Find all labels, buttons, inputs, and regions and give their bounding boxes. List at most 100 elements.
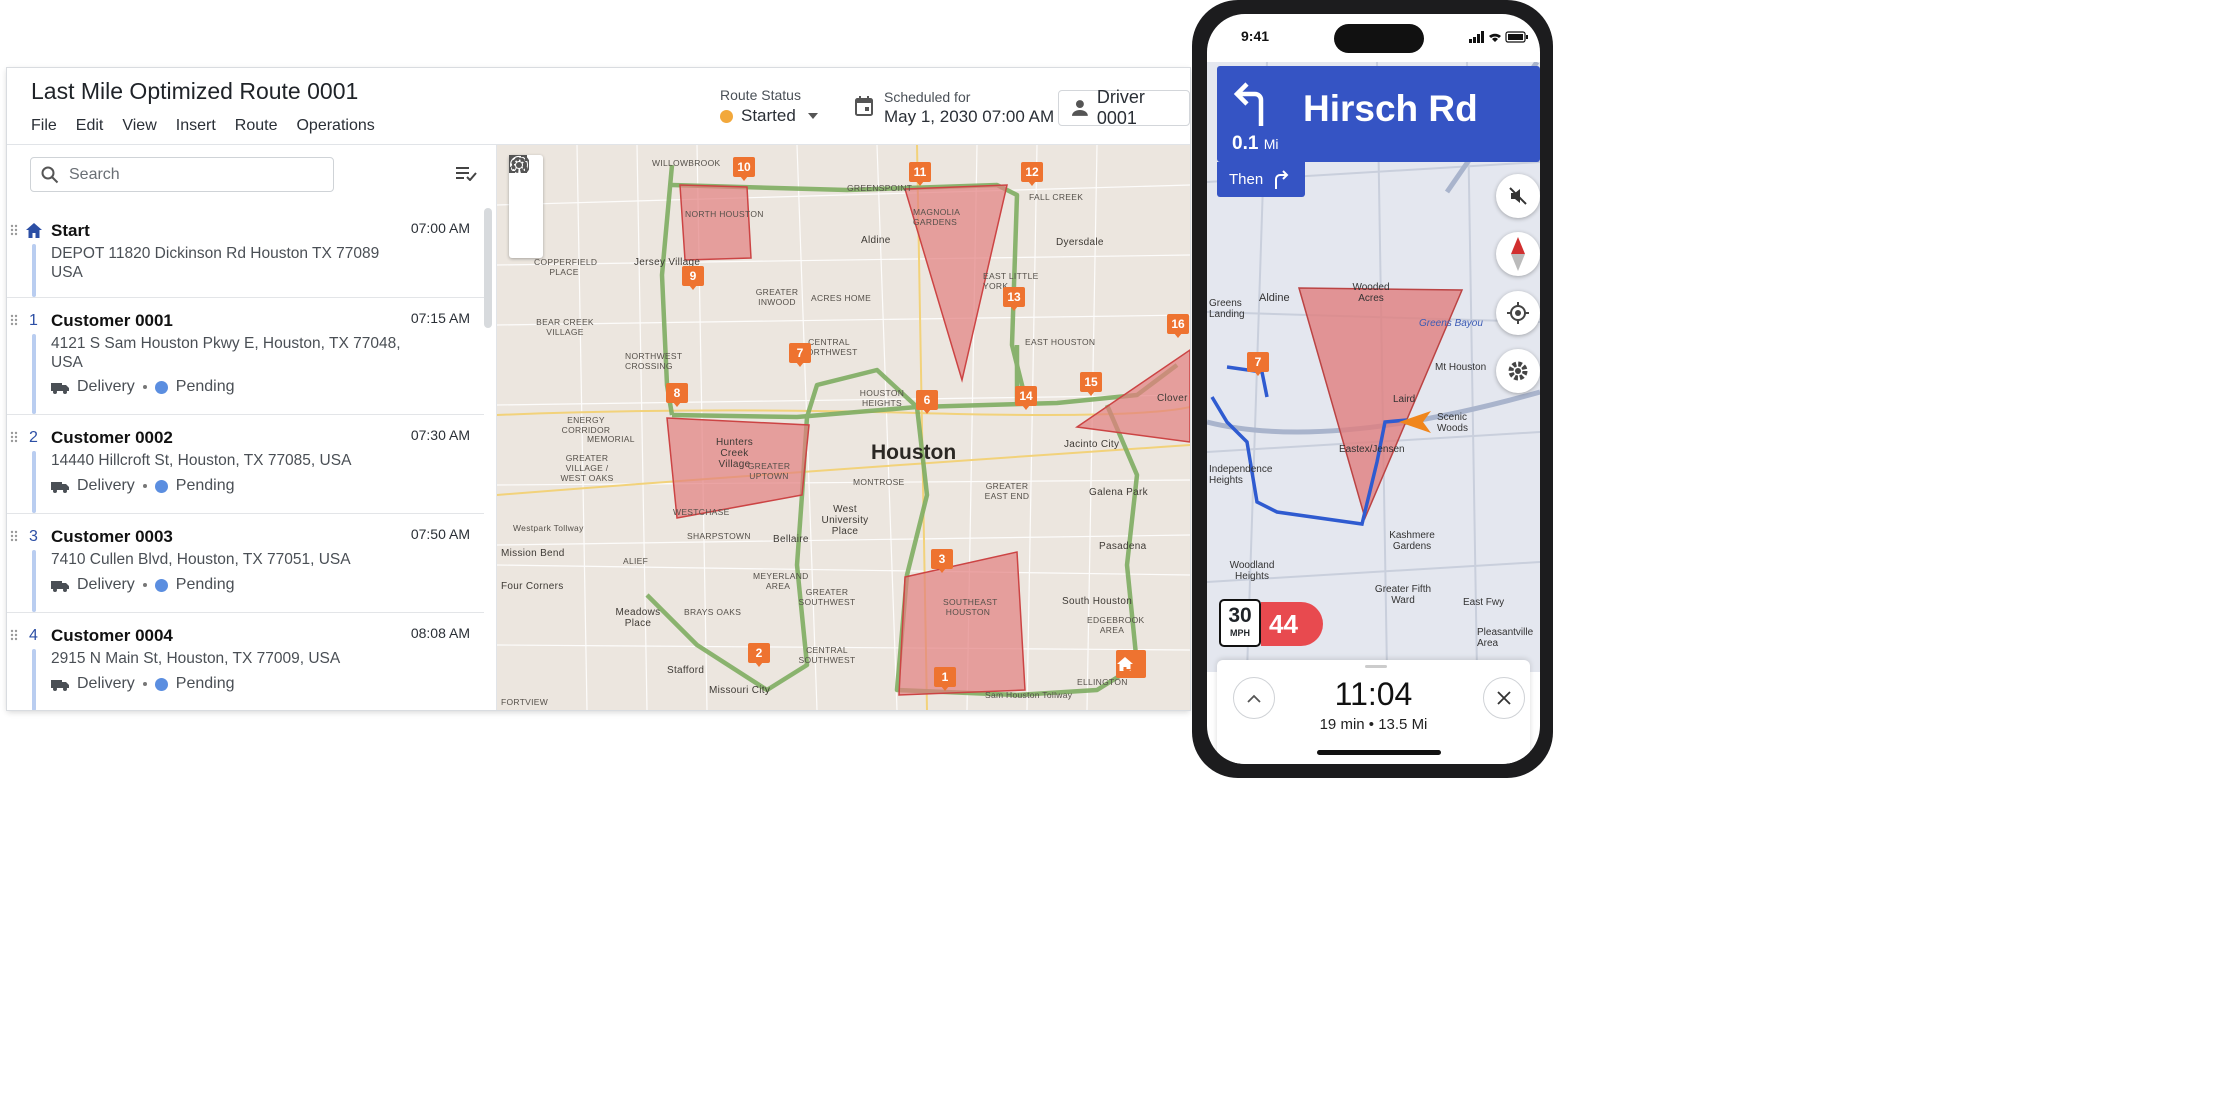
menu-route[interactable]: Route xyxy=(235,117,278,135)
depot-marker[interactable] xyxy=(1116,650,1146,678)
stop-marker-9[interactable]: 9 xyxy=(682,266,704,290)
stop-meta: Delivery Pending xyxy=(51,477,235,495)
map-label: FALL CREEK xyxy=(1029,192,1084,202)
stop-marker-1[interactable]: 1 xyxy=(934,667,956,691)
menu-file[interactable]: File xyxy=(31,117,57,135)
search-field[interactable] xyxy=(30,157,334,192)
map-city-label: Houston xyxy=(871,441,957,464)
map-label: Missouri City xyxy=(709,685,771,696)
list-scrollbar[interactable] xyxy=(484,208,492,328)
menu-view[interactable]: View xyxy=(122,117,156,135)
drag-handle-icon[interactable] xyxy=(10,224,18,236)
route-status-value: Started xyxy=(741,106,796,125)
vehicle-arrow-icon xyxy=(1399,411,1431,433)
stop-type: Delivery xyxy=(77,675,135,692)
current-speed: 44 xyxy=(1261,602,1323,646)
schedule-block[interactable]: Scheduled for May 1, 2030 07:00 AM xyxy=(854,89,1054,127)
map-label: ALIEF xyxy=(623,556,649,566)
speed-limit-unit: MPH xyxy=(1230,628,1250,638)
stop-marker-16[interactable]: 16 xyxy=(1167,314,1189,338)
sheet-handle[interactable] xyxy=(1365,665,1387,668)
map-label: Aldine xyxy=(1259,292,1290,304)
map-label: Bellaire xyxy=(773,534,809,545)
route-line xyxy=(32,649,36,710)
end-navigation-button[interactable] xyxy=(1483,677,1525,719)
truck-icon xyxy=(51,382,69,394)
settings-button[interactable] xyxy=(1496,349,1540,393)
stop-marker-13[interactable]: 13 xyxy=(1003,287,1025,311)
stop-name: Customer 0003 xyxy=(51,527,173,546)
stop-marker-3[interactable]: 3 xyxy=(931,549,953,573)
drag-handle-icon[interactable] xyxy=(10,314,18,326)
stop-marker-6[interactable]: 6 xyxy=(916,390,938,414)
locate-icon xyxy=(1507,302,1529,324)
turn-left-icon xyxy=(1233,82,1264,126)
turn-distance-value: 0.1 xyxy=(1232,133,1259,154)
stop-address: 14440 Hillcroft St, Houston, TX 77085, U… xyxy=(51,452,352,469)
stop-row-4[interactable]: 4 Customer 0004 08:08 AM 2915 N Main St,… xyxy=(7,613,484,710)
stop-row-start[interactable]: Start 07:00 AM DEPOT 11820 Dickinson Rd … xyxy=(7,208,484,298)
stop-number: 1 xyxy=(29,312,38,329)
route-title: Last Mile Optimized Route 0001 xyxy=(31,78,359,104)
map-label: Westpark Tollway xyxy=(513,523,584,533)
stop-marker-7[interactable]: 7 xyxy=(1247,352,1269,376)
map-label: BEAR CREEK VILLAGE xyxy=(536,317,594,337)
drag-handle-icon[interactable] xyxy=(10,629,18,641)
drag-handle-icon[interactable] xyxy=(10,431,18,443)
stops-panel: Start 07:00 AM DEPOT 11820 Dickinson Rd … xyxy=(7,145,497,710)
search-input[interactable] xyxy=(67,164,311,185)
menu-edit[interactable]: Edit xyxy=(76,117,104,135)
stop-row-3[interactable]: 3 Customer 0003 07:50 AM 7410 Cullen Blv… xyxy=(7,514,484,613)
stop-row-1[interactable]: 1 Customer 0001 07:15 AM 4121 S Sam Hous… xyxy=(7,298,484,415)
broadcast-icon[interactable] xyxy=(509,155,529,175)
stop-status: Pending xyxy=(175,477,235,494)
map-label: Woodland Heights xyxy=(1229,560,1275,582)
stop-row-2[interactable]: 2 Customer 0002 07:30 AM 14440 Hillcroft… xyxy=(7,415,484,514)
stop-marker-14[interactable]: 14 xyxy=(1015,386,1037,410)
map-label: West University Place xyxy=(821,504,869,537)
schedule-label: Scheduled for xyxy=(884,89,971,105)
separator-dot xyxy=(142,385,147,389)
then-instruction: Then xyxy=(1217,162,1305,197)
driver-button[interactable]: Driver 0001 xyxy=(1058,87,1190,128)
home-indicator[interactable] xyxy=(1317,750,1441,755)
status-dot xyxy=(154,578,168,592)
map-label: GREATER EAST END xyxy=(984,481,1030,501)
map-label: WILLOWBROOK xyxy=(652,158,721,168)
menu-operations[interactable]: Operations xyxy=(296,117,374,135)
compass-button[interactable] xyxy=(1496,232,1540,276)
dynamic-island xyxy=(1334,24,1424,53)
stop-marker-8[interactable]: 8 xyxy=(666,383,688,407)
map-label: GREATER INWOOD xyxy=(755,287,799,307)
route-status-dropdown[interactable]: Started xyxy=(720,106,818,126)
trip-summary-sheet[interactable]: 11:04 19 min • 13.5 Mi xyxy=(1217,660,1530,764)
map-label: FORTVIEW xyxy=(501,697,549,707)
sort-check-icon xyxy=(456,167,477,182)
route-status[interactable]: Route Status Started xyxy=(720,87,818,126)
separator-dot xyxy=(142,484,147,488)
map-label: CENTRAL SOUTHWEST xyxy=(798,645,856,665)
map-label: MEMORIAL xyxy=(587,434,635,444)
route-status-label: Route Status xyxy=(720,87,801,103)
map-label: EDGEBROOK AREA xyxy=(1087,615,1145,635)
stop-status: Pending xyxy=(175,378,235,395)
mute-button[interactable] xyxy=(1496,174,1540,218)
route-line xyxy=(32,244,36,297)
recenter-button[interactable] xyxy=(1496,291,1540,335)
stop-marker-2[interactable]: 2 xyxy=(748,643,770,667)
sort-list-button[interactable] xyxy=(455,165,477,186)
stop-marker-7[interactable]: 7 xyxy=(789,343,811,367)
stop-marker-12[interactable]: 12 xyxy=(1021,162,1043,186)
drag-handle-icon[interactable] xyxy=(10,530,18,542)
menu-insert[interactable]: Insert xyxy=(176,117,216,135)
truck-icon xyxy=(51,679,69,691)
stop-marker-11[interactable]: 11 xyxy=(909,162,931,186)
stop-marker-15[interactable]: 15 xyxy=(1080,372,1102,396)
route-map[interactable]: WILLOWBROOK GREENSPOINT FALL CREEK NORTH… xyxy=(497,145,1190,710)
map-label: Meadows Place xyxy=(615,607,661,629)
stop-marker-10[interactable]: 10 xyxy=(733,157,755,181)
status-dot xyxy=(720,109,733,123)
map-label: BRAYS OAKS xyxy=(684,607,742,617)
map-toolbar xyxy=(509,155,543,258)
stop-status: Pending xyxy=(175,675,235,692)
